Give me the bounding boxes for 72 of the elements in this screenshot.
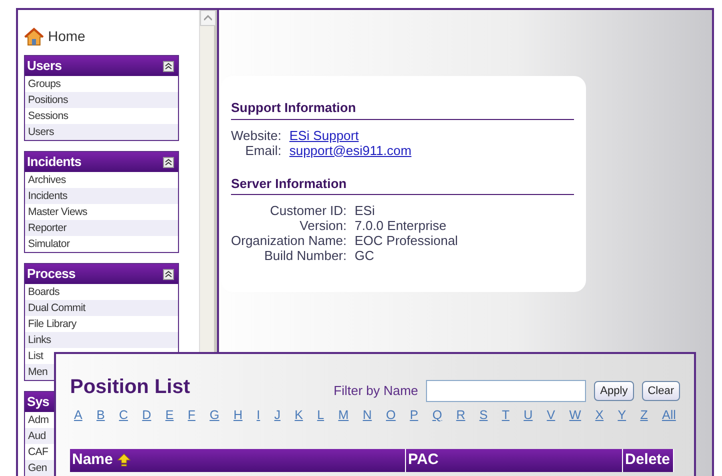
letter-link[interactable]: A bbox=[74, 406, 82, 425]
sidebar-link[interactable]: Groups bbox=[25, 76, 178, 92]
sidebar-link[interactable]: Links bbox=[25, 332, 178, 348]
letter-link[interactable]: G bbox=[210, 406, 220, 425]
column-header[interactable]: Delete bbox=[623, 448, 674, 472]
panel-title: Incidents bbox=[27, 153, 82, 172]
letter-link[interactable]: N bbox=[362, 406, 372, 425]
field-label: Version: bbox=[300, 218, 347, 233]
home-link[interactable]: Home bbox=[24, 26, 86, 47]
letter-link[interactable]: K bbox=[294, 406, 303, 425]
letter-link[interactable]: C bbox=[118, 406, 128, 425]
sidebar-link[interactable]: Simulator bbox=[25, 236, 178, 252]
letter-link[interactable]: Z bbox=[640, 406, 648, 425]
section-heading: Server Information bbox=[231, 174, 574, 195]
filter-button[interactable]: Clear bbox=[642, 380, 680, 402]
sidebar-link[interactable]: Boards bbox=[25, 284, 178, 300]
field-label: Build Number: bbox=[264, 248, 347, 263]
scroll-up-button[interactable] bbox=[200, 10, 216, 26]
column-header[interactable]: PAC bbox=[406, 448, 623, 472]
letter-link[interactable]: O bbox=[386, 406, 396, 425]
letter-link[interactable]: R bbox=[456, 406, 466, 425]
column-header[interactable]: Name bbox=[70, 448, 406, 472]
letter-link[interactable]: X bbox=[595, 406, 604, 425]
sidebar-link[interactable]: Master Views bbox=[25, 204, 178, 220]
letter-link[interactable]: D bbox=[142, 406, 152, 425]
letter-link[interactable]: U bbox=[524, 406, 533, 425]
field-value: 7.0.0 Enterprise bbox=[354, 218, 446, 233]
letter-link[interactable]: V bbox=[546, 406, 556, 425]
letter-link[interactable]: J bbox=[274, 406, 280, 425]
filter-label: Filter by Name bbox=[334, 382, 418, 400]
letter-link[interactable]: All bbox=[662, 406, 676, 425]
letter-link[interactable]: B bbox=[96, 406, 105, 425]
letter-link[interactable]: P bbox=[410, 406, 418, 425]
field-label: Customer ID: bbox=[270, 203, 347, 218]
sidebar-link[interactable]: Reporter bbox=[25, 220, 178, 236]
sidebar-link[interactable]: Archives bbox=[25, 172, 178, 188]
sidebar-link[interactable]: Incidents bbox=[25, 188, 178, 204]
letter-link[interactable]: I bbox=[256, 406, 260, 425]
info-link[interactable]: ESi Support bbox=[289, 128, 359, 142]
info-link[interactable]: support@esi911.com bbox=[289, 142, 412, 158]
filter-button[interactable]: Apply bbox=[594, 380, 634, 402]
letter-link[interactable]: L bbox=[317, 406, 324, 425]
letter-link[interactable]: Q bbox=[432, 406, 442, 425]
sidebar-link[interactable]: Dual Commit bbox=[25, 300, 178, 316]
section-heading: Support Information bbox=[231, 98, 574, 120]
house-icon bbox=[24, 26, 44, 46]
field-value: GC bbox=[354, 248, 374, 263]
sidebar-link[interactable]: Users bbox=[25, 124, 178, 140]
collapse-icon[interactable] bbox=[163, 268, 174, 280]
sidebar-link[interactable]: File Library bbox=[25, 316, 178, 332]
letter-link[interactable]: S bbox=[479, 406, 488, 425]
letter-link[interactable]: F bbox=[188, 406, 196, 425]
field-value: ESi bbox=[354, 203, 375, 218]
field-label: Organization Name: bbox=[231, 233, 347, 248]
panel-title: Sys bbox=[27, 393, 50, 412]
collapse-icon[interactable] bbox=[163, 60, 174, 72]
letter-link[interactable]: E bbox=[165, 406, 174, 425]
letter-link[interactable]: W bbox=[569, 406, 582, 425]
letter-link[interactable]: Y bbox=[618, 406, 626, 425]
collapse-icon[interactable] bbox=[163, 156, 174, 168]
field-label: Website: bbox=[231, 128, 282, 142]
letter-link[interactable]: H bbox=[233, 406, 242, 425]
panel-title: Users bbox=[27, 57, 62, 76]
sidebar-link[interactable]: Positions bbox=[25, 92, 178, 108]
panel-title: Process bbox=[27, 265, 76, 284]
letter-link[interactable]: M bbox=[338, 406, 349, 425]
filter-input[interactable] bbox=[426, 380, 586, 402]
window-title: Position List bbox=[70, 375, 190, 400]
sidebar-link[interactable]: Sessions bbox=[25, 108, 178, 124]
field-value: EOC Professional bbox=[354, 233, 458, 248]
letter-link[interactable]: T bbox=[502, 406, 510, 425]
field-label: Email: bbox=[245, 142, 282, 158]
